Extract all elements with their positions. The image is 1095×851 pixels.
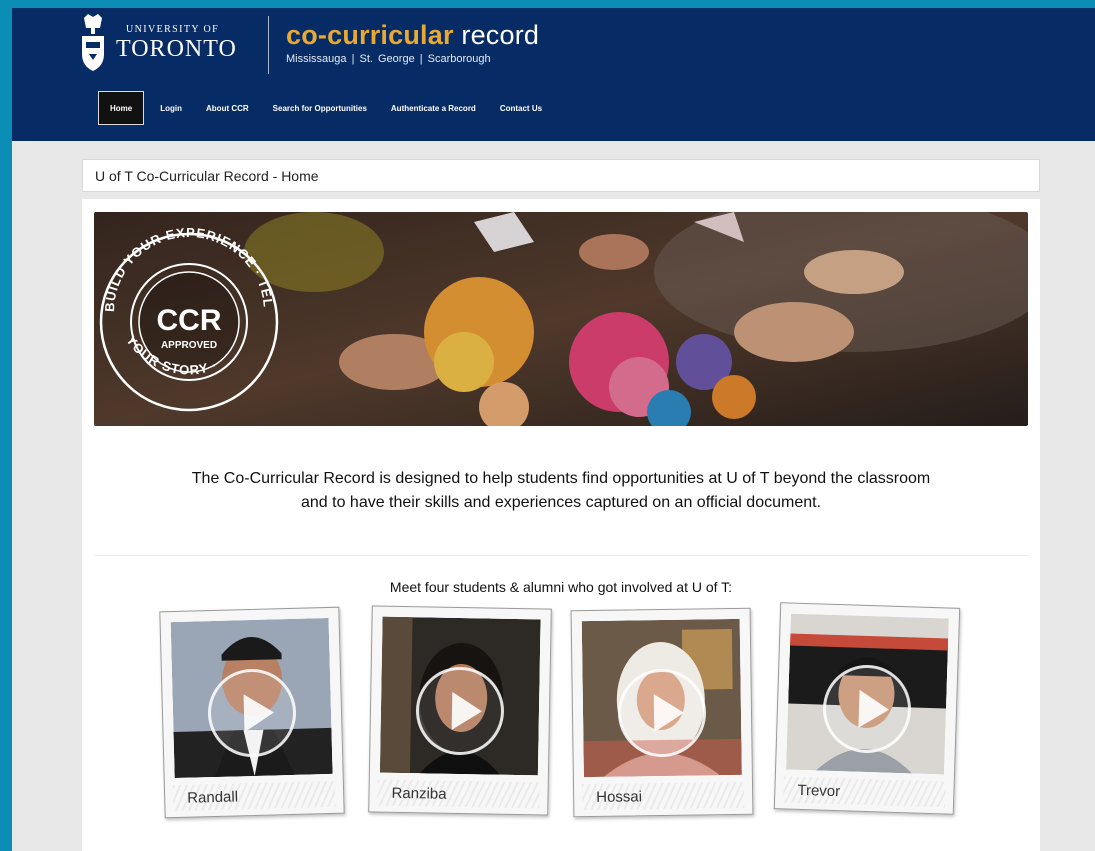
crest-icon	[82, 14, 104, 71]
video-name: Ranziba	[391, 784, 447, 803]
badge-sub: APPROVED	[161, 340, 217, 351]
nav-login[interactable]: Login	[148, 91, 194, 125]
badge-center: CCR	[157, 304, 222, 337]
intro-line-1: The Co-Curricular Record is designed to …	[191, 470, 931, 487]
video-card-trevor[interactable]: Trevor	[773, 602, 961, 815]
intro-line-2: and to have their skills and experiences…	[300, 494, 822, 511]
breadcrumb: U of T Co-Curricular Record - Home	[82, 159, 1040, 192]
video-card-ranziba[interactable]: Ranziba	[368, 605, 552, 816]
intro-text: The Co-Curricular Record is designed to …	[82, 467, 1040, 515]
play-icon[interactable]	[617, 667, 707, 758]
nav-search-opportunities[interactable]: Search for Opportunities	[261, 91, 379, 125]
toronto-label: TORONTO	[116, 36, 237, 62]
nav-authenticate-record[interactable]: Authenticate a Record	[379, 91, 488, 125]
video-card-randall[interactable]: Randall	[159, 606, 345, 819]
main-nav: Home Login About CCR Search for Opportun…	[98, 91, 554, 125]
video-name: Hossai	[596, 788, 643, 806]
meet-heading: Meet four students & alumni who got invo…	[389, 579, 733, 595]
main-content: CCR APPROVED BUILD YOUR EXPERIENCE · TEL…	[82, 199, 1040, 851]
nav-contact-us[interactable]: Contact Us	[488, 91, 554, 125]
video-card-hossai[interactable]: Hossai	[570, 607, 754, 818]
section-divider	[94, 555, 1028, 556]
title-rest: record	[453, 20, 540, 50]
nav-about-ccr[interactable]: About CCR	[194, 91, 261, 125]
hero-banner: CCR APPROVED BUILD YOUR EXPERIENCE · TEL…	[94, 212, 1028, 426]
university-of-label: UNIVERSITY OF	[126, 24, 220, 35]
nav-home[interactable]: Home	[98, 91, 145, 125]
title-accent: co-curricular	[286, 20, 454, 50]
play-icon[interactable]	[415, 665, 505, 756]
campuses-label: Mississauga | St. George | Scarborough	[286, 53, 491, 65]
hero-photo: CCR APPROVED BUILD YOUR EXPERIENCE · TEL…	[94, 212, 1028, 426]
header-divider	[268, 16, 269, 74]
video-name: Randall	[186, 788, 239, 807]
video-name: Trevor	[797, 781, 841, 801]
page-frame: UNIVERSITY OF TORONTO co-curricular reco…	[12, 8, 1095, 851]
site-header: UNIVERSITY OF TORONTO co-curricular reco…	[12, 8, 1095, 141]
uoft-logo[interactable]: UNIVERSITY OF TORONTO	[80, 14, 237, 72]
ccr-site-title[interactable]: co-curricular record Mississauga | St. G…	[286, 20, 539, 65]
